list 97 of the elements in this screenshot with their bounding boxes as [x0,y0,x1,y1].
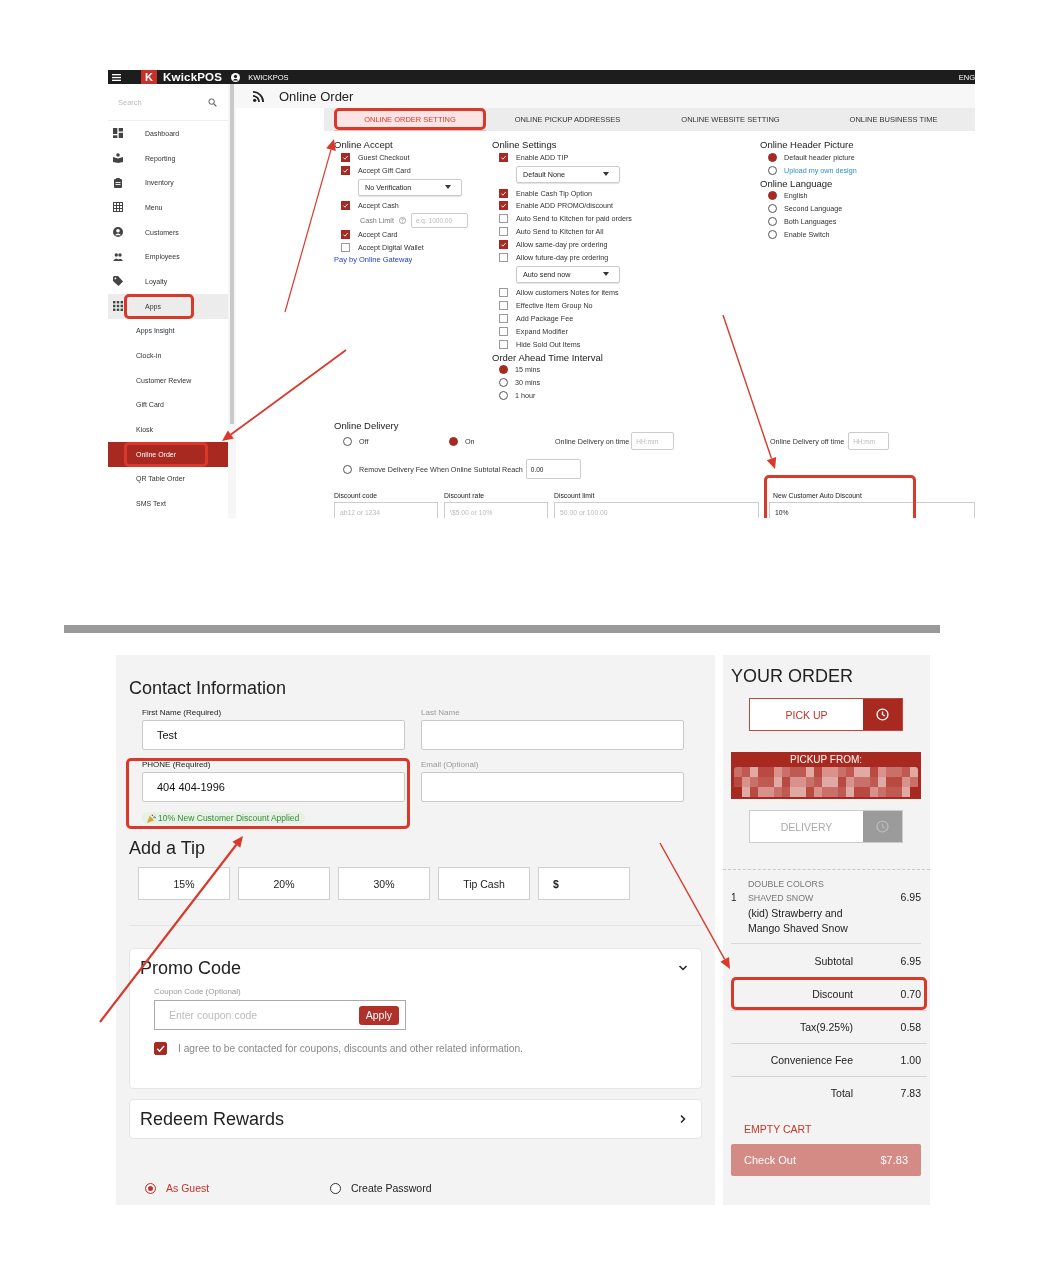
box-person-icon [113,153,123,164]
user-circle-icon [113,227,123,238]
checkbox[interactable] [499,339,508,349]
section-heading: Order Ahead Time Interval [492,350,604,364]
search-icon[interactable] [208,97,217,107]
text-field[interactable] [421,772,684,802]
total-label: Discount [811,987,853,1000]
chevron-down-icon[interactable] [678,963,688,973]
chevron-right-icon[interactable] [678,1114,688,1124]
section-heading: Online Language [760,176,834,190]
party-popper-icon [147,813,156,823]
checkbox[interactable] [499,314,508,324]
radio-button[interactable] [145,1182,156,1194]
caret-icon [445,185,451,190]
total-amount: 6.95 [899,954,921,967]
field-label: Last Name [421,708,461,718]
checkbox[interactable] [499,288,508,298]
field-label: PHONE (Required) [142,760,212,770]
item-description: (kid) Strawberry and Mango Shaved Snow [748,906,849,936]
section-heading: Online Settings [492,138,558,151]
people-icon [113,251,123,262]
radio-button[interactable] [768,191,777,201]
tag-icon [113,276,123,287]
tip-button[interactable]: 15% [138,867,230,900]
option-label: As Guest [166,1182,210,1194]
checkbox[interactable] [499,326,508,336]
tip-button[interactable]: 20% [238,867,330,900]
checkbox[interactable] [499,301,508,311]
logo-text: KwickPOS [163,71,223,83]
card-title: Redeem Rewards [140,1108,285,1130]
checkbox[interactable] [499,252,508,262]
scrollbar[interactable] [230,84,234,424]
section-heading: Online Header Picture [760,138,855,151]
checkbox[interactable] [499,239,508,249]
checkbox[interactable] [341,152,350,162]
checkbox[interactable] [341,165,350,175]
tip-button[interactable]: 30% [338,867,430,900]
checkbox[interactable] [341,230,350,240]
radio-button[interactable] [768,152,777,162]
checkbox[interactable] [499,227,508,237]
checkbox[interactable] [499,152,508,162]
checkbox[interactable] [154,1042,167,1055]
apply-button[interactable]: Apply [358,1005,399,1025]
card-title: Promo Code [140,957,242,979]
total-amount: 0.58 [899,1021,921,1033]
field-label: Email (Optional) [421,760,480,770]
radio-button[interactable] [449,436,458,446]
discount-notice: 10% New Customer Discount Applied [142,812,306,824]
clock-icon [876,820,889,833]
empty-cart-link[interactable]: EMPTY CART [744,1123,921,1135]
radio-button[interactable] [330,1182,341,1194]
panel-title: YOUR ORDER [731,665,854,687]
checkbox[interactable] [499,201,508,211]
tip-amount-field[interactable]: $ [538,867,630,900]
tip-button[interactable]: Tip Cash [438,867,530,900]
clock-icon [876,708,889,721]
table-grid-icon [113,202,123,213]
total-amount: 1.00 [899,1054,921,1066]
checkbox[interactable] [499,214,508,224]
quantity: 1 [731,891,738,905]
item-price: 6.95 [900,890,921,905]
section-heading: Online Delivery [334,419,400,432]
text-field[interactable] [421,720,684,750]
text-field[interactable]: 404 404-1996 [142,772,405,802]
total-label: Subtotal [813,954,853,967]
user-circle-icon[interactable] [231,72,241,82]
section-heading: Add a Tip [129,837,207,859]
option-label: Create Password [351,1182,432,1194]
order-mode-button[interactable]: PICK UP [749,698,903,731]
caret-icon [603,272,609,277]
clipboard-icon [113,177,123,188]
pickup-label: PICKUP FROM: [789,754,862,765]
total-label: Tax(9.25%) [798,1021,853,1033]
section-heading: Online Accept [334,138,393,151]
total-amount: 7.83 [899,1087,921,1099]
field-label: First Name (Required) [142,708,223,718]
logo-mark: K [141,70,157,84]
dashboard-icon [113,128,123,139]
total-label: Total [829,1087,853,1099]
consent-text: I agree to be contacted for coupons, discounts and other related information. [178,1043,523,1054]
rewards-card[interactable]: Redeem Rewards [129,1099,702,1139]
checkbox[interactable] [341,201,350,211]
checkbox[interactable] [499,188,508,198]
page-title: Online Order [279,88,354,104]
radio-button[interactable] [499,365,508,375]
text-field[interactable]: Test [142,720,405,750]
total-label: Convenience Fee [769,1054,853,1066]
rss-icon [253,90,264,102]
coupon-field[interactable]: Enter coupon code Apply [154,1000,406,1030]
caret-icon [603,172,609,177]
section-heading: Contact Information [129,677,288,699]
apps-grid-icon [113,301,123,312]
menu-icon[interactable] [112,73,121,81]
field-label: Coupon Code (Optional) [154,987,242,997]
total-amount: 0.70 [899,987,921,1000]
checkbox[interactable] [341,243,350,253]
item-name: DOUBLE COLORS SHAVED SNOW [748,878,825,905]
